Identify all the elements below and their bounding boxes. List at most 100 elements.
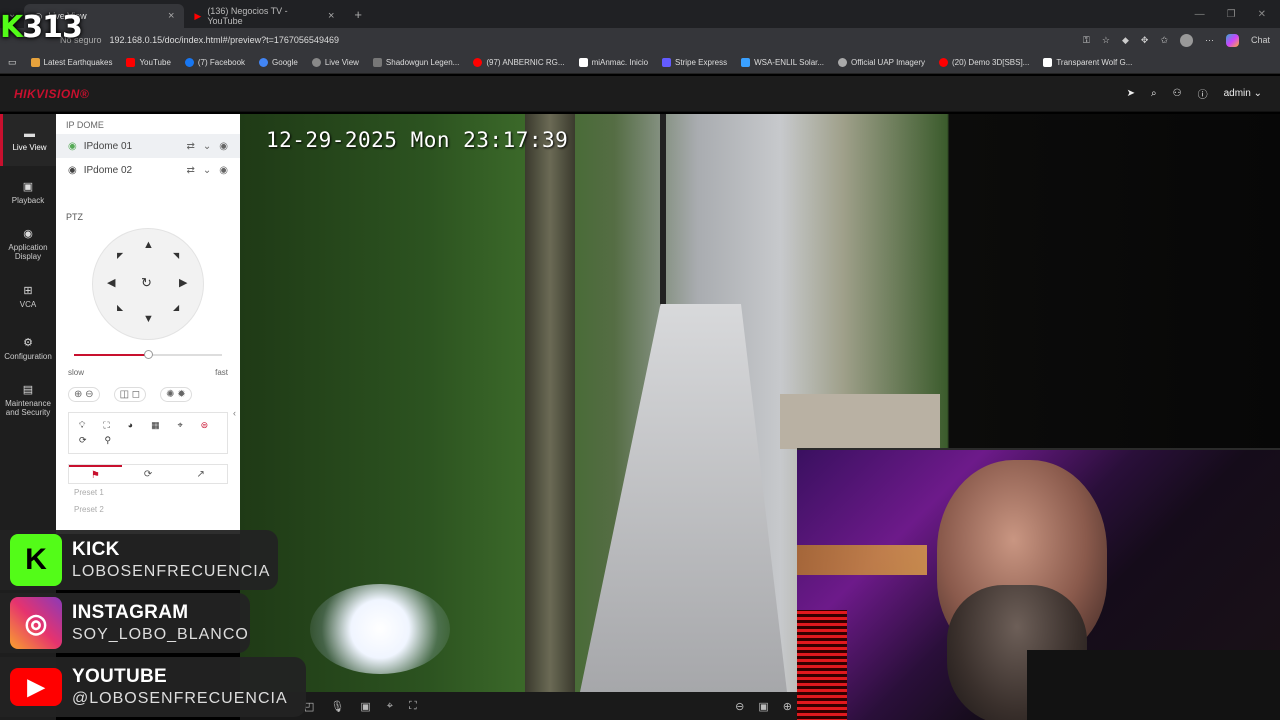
- youtube-icon: [938, 58, 948, 67]
- zoom-area-icon[interactable]: ⊜: [201, 420, 209, 431]
- tab-pattern[interactable]: ↗: [174, 465, 227, 483]
- wiper-icon[interactable]: ⚲: [105, 435, 112, 446]
- refresh-icon[interactable]: ⟳: [79, 435, 87, 446]
- nav-application-display[interactable]: ◉ Application Display: [0, 218, 56, 270]
- bookmark[interactable]: Official UAP Imagery: [838, 58, 925, 67]
- bookmark-label: WSA-ENLIL Solar...: [754, 58, 825, 67]
- tab-patrol[interactable]: ⟳: [122, 465, 175, 483]
- favorites-icon[interactable]: ✩: [1160, 35, 1168, 46]
- microphone-icon[interactable]: 🎙︎: [330, 700, 344, 713]
- chevron-down-icon[interactable]: ⌄: [203, 141, 211, 152]
- layout-icon[interactable]: ▣: [758, 700, 768, 713]
- ptz-up-icon[interactable]: ▲: [143, 239, 154, 251]
- iris-close-icon[interactable]: ✹: [177, 389, 185, 400]
- camera-group-title: IP DOME: [66, 120, 104, 130]
- ptz-upright-icon[interactable]: ◥: [173, 251, 179, 260]
- chevron-down-icon[interactable]: ⌄: [203, 165, 211, 176]
- speed-slider[interactable]: [74, 350, 222, 359]
- chat-button[interactable]: Chat: [1251, 35, 1270, 45]
- game-icon: [372, 58, 382, 67]
- minimize-icon[interactable]: —: [1195, 9, 1205, 20]
- digital-zoom-icon[interactable]: ⌖: [387, 700, 393, 713]
- tracking-icon[interactable]: ◕: [128, 420, 133, 431]
- reading-list-icon[interactable]: ▭: [8, 57, 17, 68]
- focus-frame-icon[interactable]: ⛶: [103, 420, 109, 431]
- grid-icon[interactable]: ▦: [151, 420, 160, 431]
- video-scene-lamp: [310, 584, 450, 674]
- bookmark[interactable]: (20) Demo 3D[SBS]...: [938, 58, 1029, 67]
- iris-open-icon[interactable]: ✺: [166, 389, 174, 400]
- ptz-upleft-icon[interactable]: ◤: [117, 251, 123, 260]
- nav-maintenance[interactable]: ▤ Maintenance and Security: [0, 374, 56, 426]
- url-field[interactable]: No seguro 192.168.0.15/doc/index.html#/p…: [60, 35, 339, 45]
- bookmark[interactable]: Stripe Express: [662, 58, 727, 67]
- record-icon[interactable]: ◉: [219, 141, 228, 152]
- bookmark-label: Transparent Wolf G...: [1056, 58, 1133, 67]
- ptz-downleft-icon[interactable]: ◣: [117, 303, 123, 312]
- viewer-count: 313: [22, 10, 83, 45]
- ptz-down-icon[interactable]: ▼: [143, 313, 154, 325]
- next-icon[interactable]: ⊕: [783, 700, 792, 713]
- prev-icon[interactable]: ⊖: [735, 700, 744, 713]
- zoom-in-icon[interactable]: ⊕: [74, 389, 82, 400]
- info-icon[interactable]: ⓘ: [1198, 86, 1208, 101]
- menu-icon[interactable]: ⋯: [1205, 35, 1214, 46]
- bookmark-label: YouTube: [139, 58, 171, 67]
- bookmark[interactable]: miAnmac. Inicio: [578, 58, 648, 67]
- kick-social-card: K KICK LOBOSENFRECUENCIA: [0, 530, 278, 590]
- puzzle-icon[interactable]: ✥: [1141, 35, 1149, 46]
- star-icon[interactable]: ☆: [1102, 35, 1110, 46]
- zoom-out-icon[interactable]: ⊖: [85, 389, 93, 400]
- copilot-icon[interactable]: [1225, 33, 1239, 47]
- focus-near-icon[interactable]: ◫: [120, 389, 129, 400]
- camera-item-ipdome-01[interactable]: ◉ IPdome 01 ⇄ ⌄ ◉: [56, 134, 240, 158]
- nav-playback[interactable]: ▣ Playback: [0, 166, 56, 218]
- webcam-shelf: [797, 545, 927, 575]
- close-icon[interactable]: ×: [168, 10, 174, 22]
- extension-icon[interactable]: ◆: [1122, 35, 1129, 46]
- bookmark[interactable]: YouTube: [126, 58, 171, 67]
- new-tab-button[interactable]: +: [344, 7, 372, 22]
- preset-item[interactable]: Preset 2: [56, 501, 240, 518]
- camera-item-ipdome-02[interactable]: ◉ IPdome 02 ⇄ ⌄ ◉: [56, 158, 240, 182]
- record-icon[interactable]: ◉: [219, 165, 228, 176]
- bookmark[interactable]: (97) ANBERNIC RG...: [473, 58, 565, 67]
- nav-configuration[interactable]: ⚙ Configuration: [0, 322, 56, 374]
- address-actions: ⚿ ☆ ◆ ✥ ✩ ⋯ Chat: [1083, 33, 1280, 47]
- ptz-right-icon[interactable]: ▶: [179, 276, 187, 289]
- bookmark[interactable]: Latest Earthquakes: [30, 58, 112, 67]
- bookmark[interactable]: Live View: [311, 58, 359, 67]
- close-window-icon[interactable]: ✕: [1258, 9, 1266, 20]
- scan-icon[interactable]: ⌖: [178, 420, 183, 431]
- region-icon[interactable]: ⛶: [409, 700, 417, 713]
- ptz-auto-icon[interactable]: ↻: [141, 275, 152, 291]
- speed-slider-knob[interactable]: [144, 350, 153, 359]
- record-clip-icon[interactable]: ▣: [360, 700, 370, 713]
- stream-icon[interactable]: ⇄: [186, 141, 194, 152]
- close-icon[interactable]: ×: [328, 10, 334, 22]
- bookmark[interactable]: Shadowgun Legen...: [372, 58, 459, 67]
- bookmark[interactable]: Transparent Wolf G...: [1043, 58, 1132, 67]
- stream-icon[interactable]: ⇄: [186, 165, 194, 176]
- profile-avatar[interactable]: [1179, 33, 1193, 47]
- user-menu[interactable]: admin ⌄: [1224, 88, 1262, 99]
- ptz-left-icon[interactable]: ◀: [107, 276, 115, 289]
- maximize-icon[interactable]: ❐: [1227, 9, 1236, 20]
- tab-presets[interactable]: ⚑: [69, 465, 122, 483]
- nav-live-view[interactable]: ▬ Live View: [0, 114, 56, 166]
- bookmark[interactable]: WSA-ENLIL Solar...: [741, 58, 824, 67]
- panel-collapse-icon[interactable]: ‹: [233, 408, 236, 418]
- nav-vca[interactable]: ⊞ VCA: [0, 270, 56, 322]
- light-icon[interactable]: 💡︎: [79, 420, 85, 431]
- focus-far-icon[interactable]: ◻: [132, 389, 140, 400]
- camera-panel: IP DOME ◉ IPdome 01 ⇄ ⌄ ◉ ◉ IPdome 02 ⇄ ⌄ ◉ …: [56, 114, 240, 534]
- search-icon[interactable]: ⌕: [1151, 88, 1157, 99]
- preset-item[interactable]: Preset 1: [56, 484, 240, 501]
- key-icon[interactable]: ⚿: [1083, 35, 1090, 46]
- ptz-downright-icon[interactable]: ◢: [173, 303, 179, 312]
- tab-youtube[interactable]: ▶ (136) Negocios TV - YouTube ×: [184, 4, 344, 28]
- send-icon[interactable]: ➤: [1127, 88, 1135, 99]
- share-icon[interactable]: ⚇: [1173, 88, 1182, 99]
- bookmark[interactable]: Google: [259, 58, 298, 67]
- bookmark[interactable]: (7) Facebook: [184, 58, 245, 67]
